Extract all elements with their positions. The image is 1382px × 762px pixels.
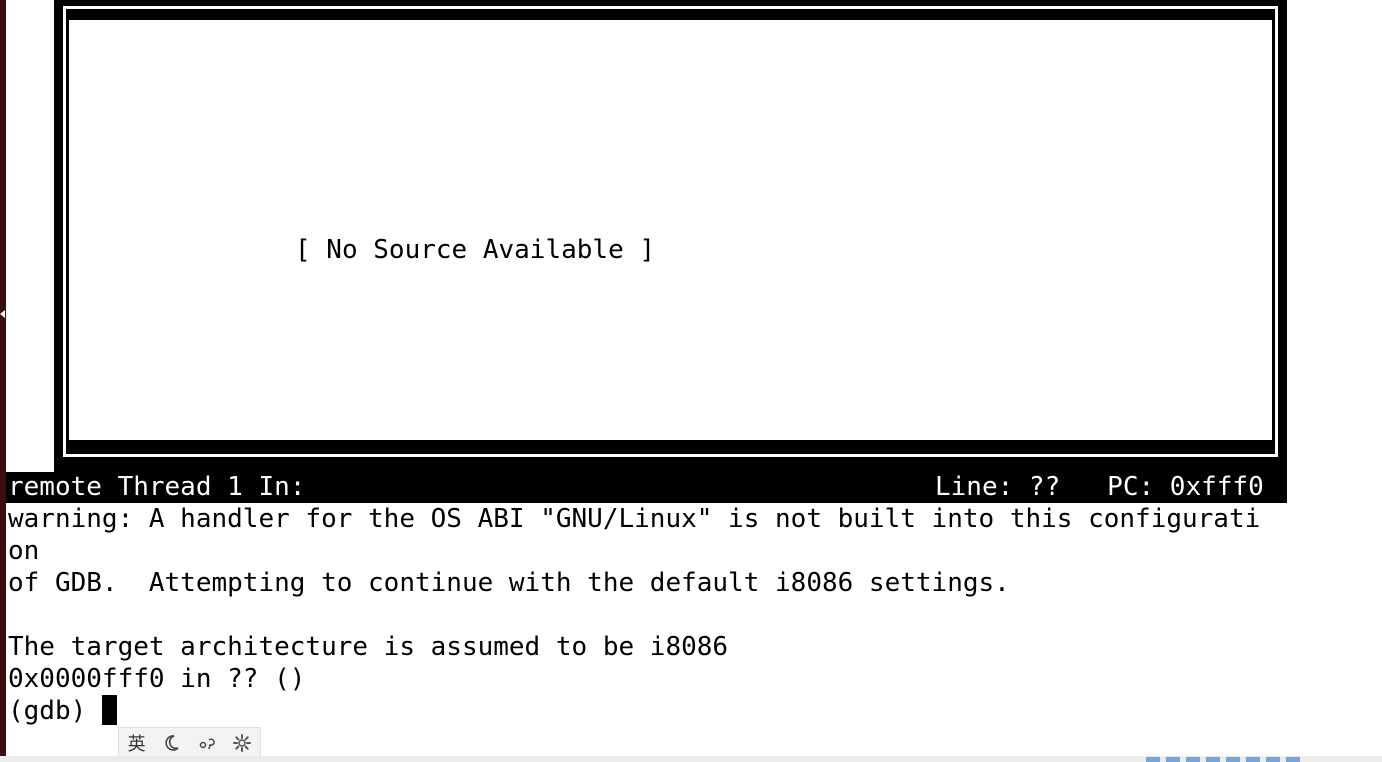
tray-icon[interactable] (1226, 757, 1240, 762)
tray-icon[interactable] (1266, 757, 1280, 762)
punctuation-icon[interactable] (192, 728, 222, 758)
tray-icon[interactable] (1166, 757, 1180, 762)
console-line: 0x0000fff0 in ?? () (8, 664, 306, 694)
tray-icon[interactable] (1286, 757, 1300, 762)
no-source-message: [ No Source Available ] (295, 235, 656, 265)
gdb-prompt-line[interactable]: (gdb) (8, 695, 1260, 727)
system-tray (1146, 757, 1300, 762)
collapse-arrow-icon[interactable] (0, 310, 5, 318)
tray-icon[interactable] (1186, 757, 1200, 762)
ime-toolbar[interactable]: 英 (118, 727, 261, 759)
text-cursor (101, 695, 117, 725)
moon-icon[interactable] (157, 728, 187, 758)
console-line: of GDB. Attempting to continue with the … (8, 568, 1010, 598)
tray-icon[interactable] (1246, 757, 1260, 762)
gdb-command-console[interactable]: warning: A handler for the OS ABI "GNU/L… (8, 503, 1260, 727)
terminal-window[interactable]: [ No Source Available ] remote Thread 1 … (6, 0, 1287, 762)
status-thread-info: remote Thread 1 In: (8, 472, 306, 502)
console-line: warning: A handler for the OS ABI "GNU/L… (8, 504, 1261, 534)
tray-icon[interactable] (1146, 757, 1160, 762)
gdb-prompt: (gdb) (8, 696, 102, 726)
tray-icon[interactable] (1206, 757, 1220, 762)
console-line: The target architecture is assumed to be… (8, 632, 729, 662)
tui-status-bar: remote Thread 1 In: Line: ?? PC: 0xfff0 (6, 472, 1287, 503)
ime-language-toggle[interactable]: 英 (122, 728, 152, 758)
status-line-pc: Line: ?? PC: 0xfff0 (935, 472, 1264, 502)
gear-icon[interactable] (227, 728, 257, 758)
source-window: [ No Source Available ] (54, 0, 1287, 472)
console-line: on (8, 536, 40, 566)
source-window-content: [ No Source Available ] (69, 20, 1272, 440)
